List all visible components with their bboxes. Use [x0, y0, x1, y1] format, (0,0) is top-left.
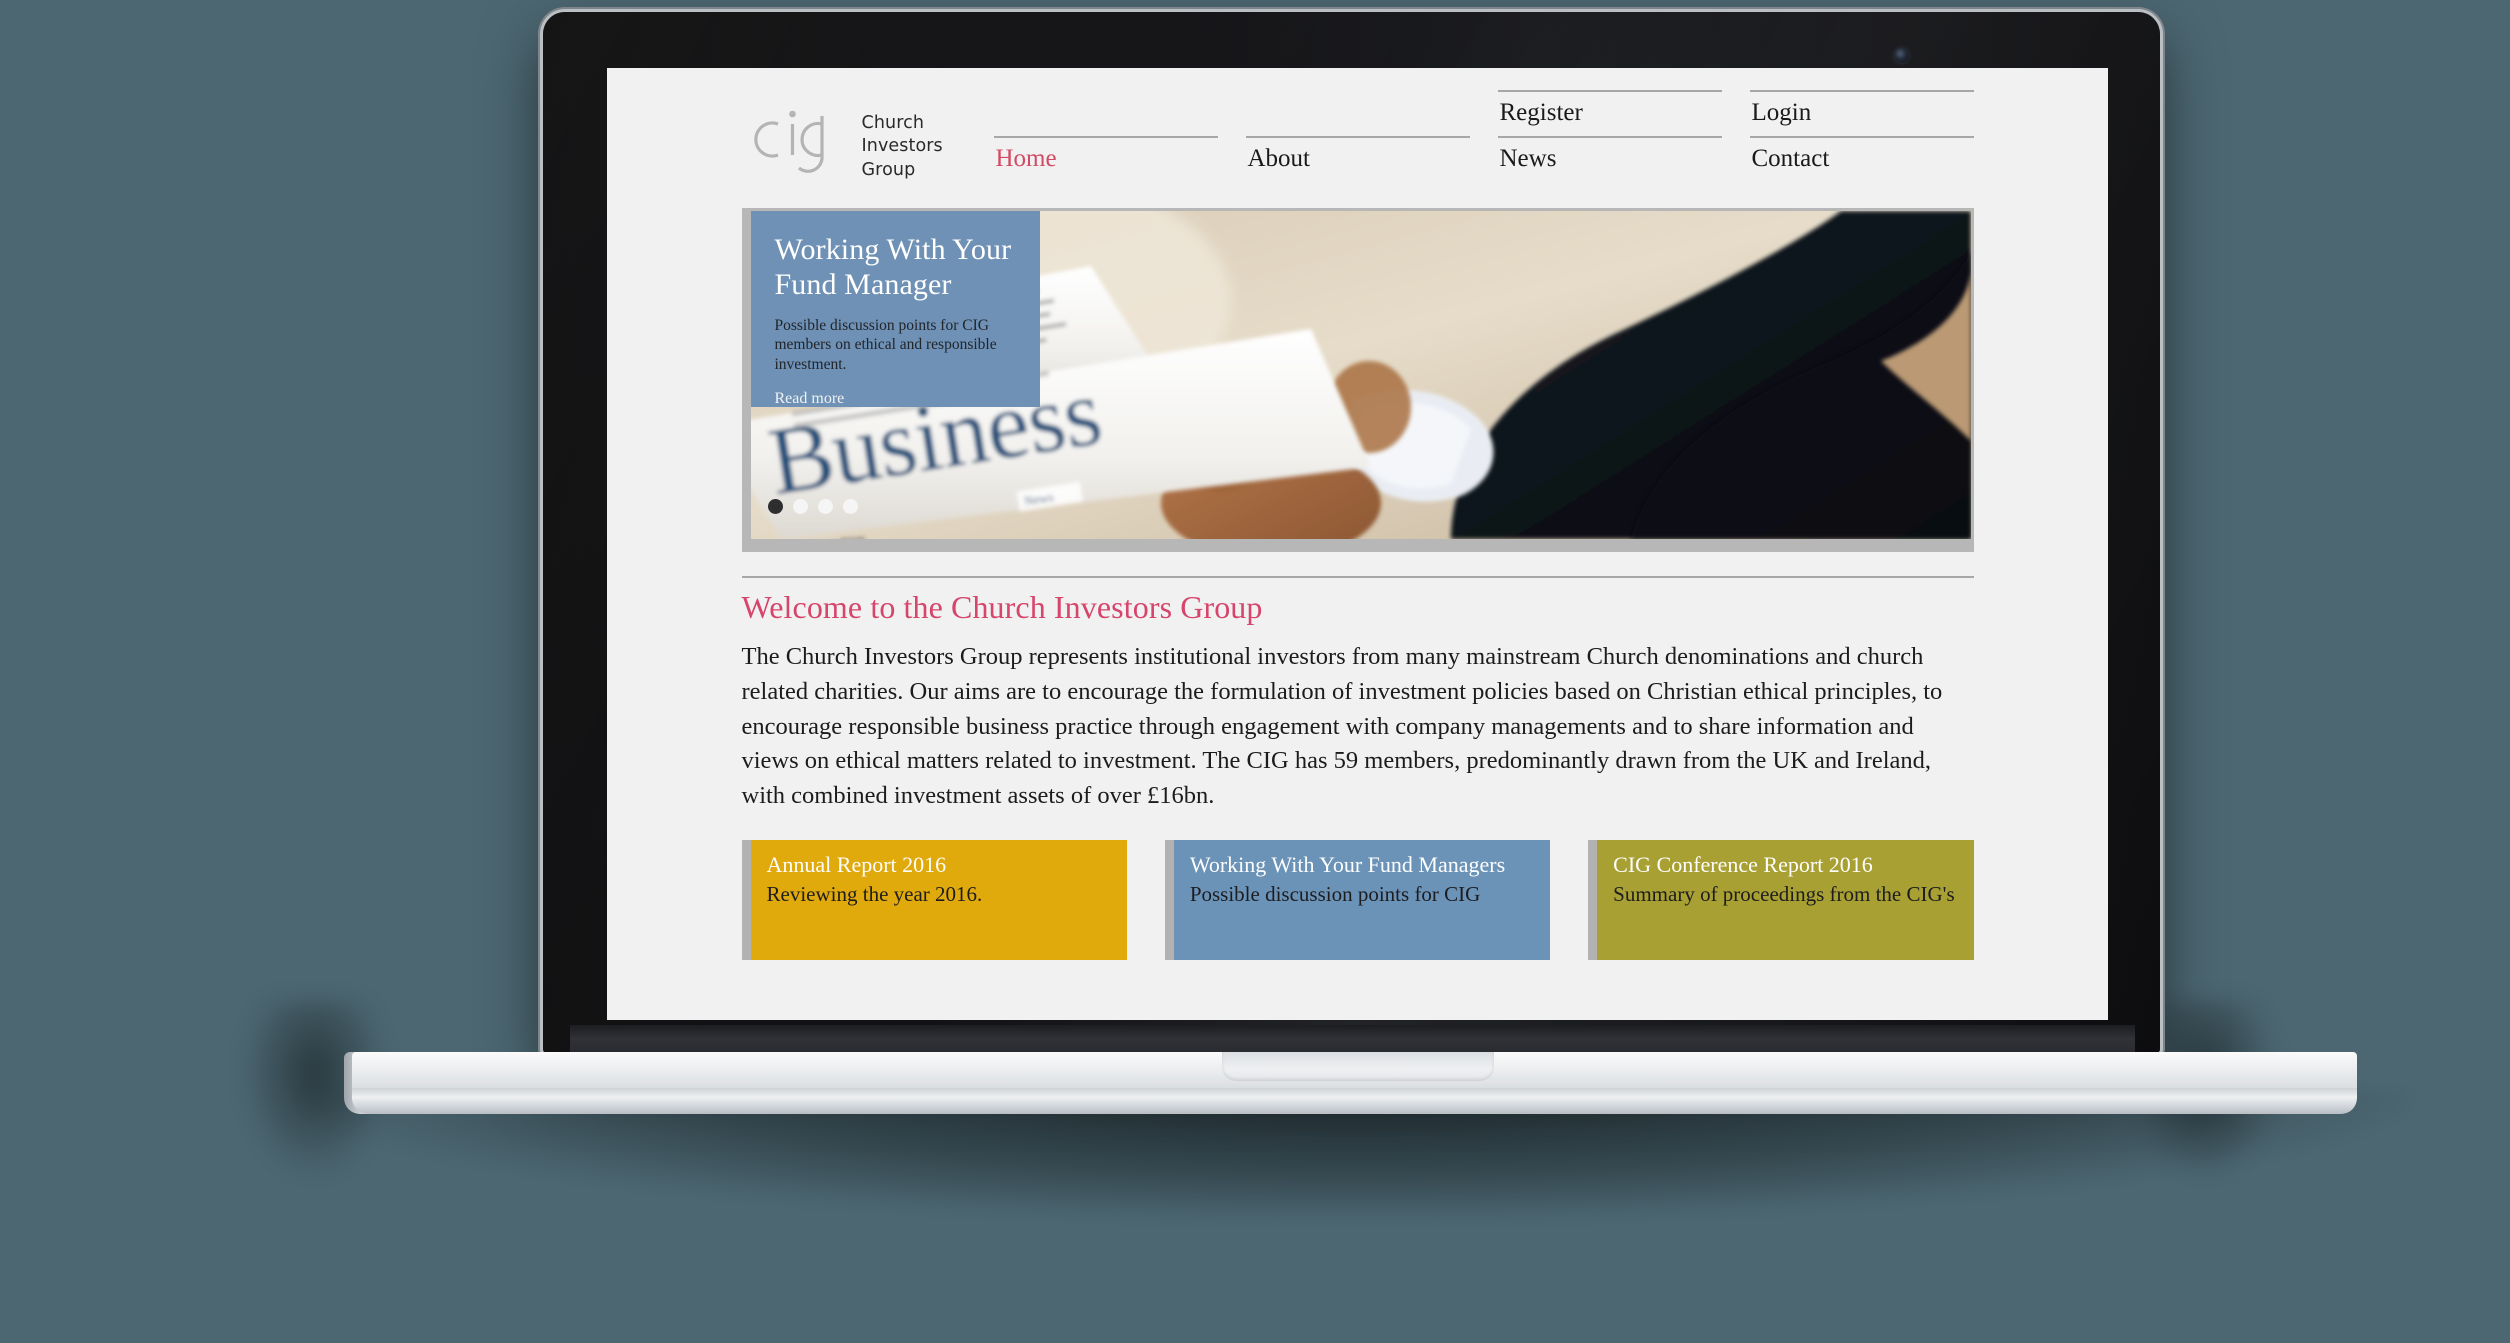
webcam-icon [1894, 48, 1909, 63]
promo-card-title: Working With Your Fund Managers [1189, 851, 1506, 877]
brand-line-3: Group [861, 159, 916, 180]
nav-item-contact[interactable]: Contact [1749, 136, 1974, 182]
welcome-body-text: The Church Investors Group represents in… [741, 643, 1943, 810]
promo-card-annual-report[interactable]: Annual Report 2016 Reviewing the year 20… [741, 839, 1127, 960]
hero-subtitle: Possible discussion points for CIG membe… [774, 316, 997, 373]
nav-item-home[interactable]: Home [993, 136, 1218, 182]
nav-item-register[interactable]: Register [1497, 90, 1722, 136]
nav-item-about[interactable]: About [1245, 136, 1470, 182]
main-navigation: Register Login Home About News Contact [993, 90, 1974, 182]
carousel-dot-4[interactable] [842, 499, 858, 514]
laptop-trackpad-notch [1222, 1052, 1494, 1081]
brand-wordmark: Church Investors Group [862, 102, 943, 182]
nav-item-login[interactable]: Login [1749, 90, 1974, 136]
carousel-dot-3[interactable] [817, 499, 833, 514]
laptop-screen: Church Investors Group Register Login Ho… [607, 68, 2108, 1020]
site-logo[interactable]: Church Investors Group [742, 90, 994, 182]
welcome-section: Welcome to the Church Investors Group Th… [741, 576, 1974, 814]
promo-card-description: Summary of proceedings from the CIG's [1613, 882, 1955, 907]
hero-carousel[interactable]: Business News Commod [741, 208, 1974, 552]
website-page: Church Investors Group Register Login Ho… [607, 68, 2108, 960]
promo-card-fund-managers[interactable]: Working With Your Fund Managers Possible… [1164, 839, 1551, 960]
carousel-dot-2[interactable] [792, 499, 808, 514]
carousel-dot-1[interactable] [767, 499, 783, 514]
promo-card-conference-report[interactable]: CIG Conference Report 2016 Summary of pr… [1588, 839, 1974, 960]
nav-spacer-1 [994, 90, 1218, 136]
laptop-base-front [352, 1088, 2357, 1114]
nav-item-news[interactable]: News [1497, 136, 1722, 182]
welcome-heading: Welcome to the Church Investors Group [741, 589, 1263, 625]
hero-caption-panel: Working With Your Fund Manager Possible … [750, 211, 1040, 408]
promo-card-description: Possible discussion points for CIG [1189, 882, 1481, 907]
hero-title: Working With Your Fund Manager [774, 233, 1012, 301]
site-header: Church Investors Group Register Login Ho… [742, 90, 1974, 194]
laptop-mockup: Church Investors Group Register Login Ho… [0, 0, 2510, 1343]
hero-read-more-link[interactable]: Read more [775, 390, 845, 408]
nav-spacer-2 [1246, 90, 1470, 136]
promo-card-row: Annual Report 2016 Reviewing the year 20… [741, 839, 1974, 960]
promo-card-title: CIG Conference Report 2016 [1613, 851, 1873, 877]
cig-logo-icon [742, 102, 862, 174]
promo-card-description: Reviewing the year 2016. [766, 882, 983, 907]
brand-line-2: Investors [861, 136, 943, 157]
promo-card-title: Annual Report 2016 [766, 851, 947, 877]
brand-line-1: Church [861, 113, 925, 133]
carousel-pagination[interactable] [767, 499, 858, 514]
